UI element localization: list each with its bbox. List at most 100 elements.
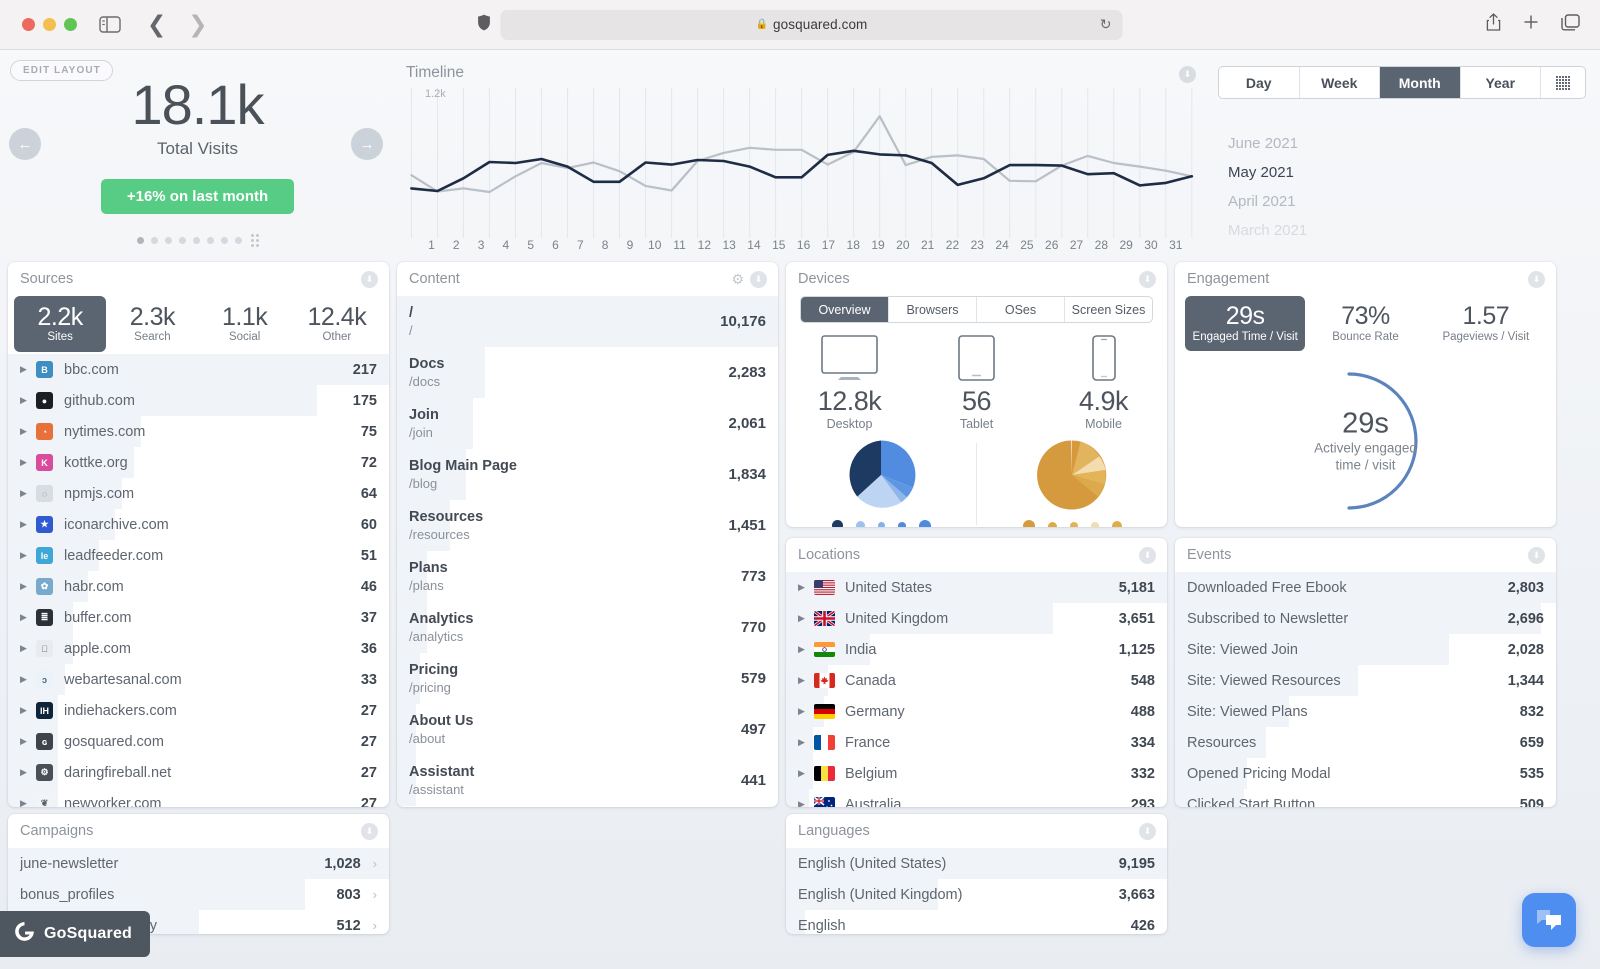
expand-caret-icon[interactable]: ▶: [798, 582, 814, 593]
devices-tabs[interactable]: Overview Browsers OSes Screen Sizes: [800, 296, 1153, 323]
table-row[interactable]: Assistant/assistant441: [397, 755, 778, 806]
table-row[interactable]: ▶Kkottke.org72: [8, 447, 389, 478]
table-row[interactable]: ▶Canada548: [786, 665, 1167, 696]
expand-caret-icon[interactable]: ▶: [798, 644, 814, 655]
expand-caret-icon[interactable]: ▶: [20, 550, 36, 561]
tab-overview[interactable]: Overview: [801, 297, 889, 322]
download-icon[interactable]: ⬇: [1139, 823, 1156, 840]
period-segmented-control[interactable]: Day Week Month Year: [1218, 66, 1586, 99]
table-row[interactable]: Blog Main Page/blog1,834: [397, 449, 778, 500]
tab-browsers[interactable]: Browsers: [889, 297, 977, 322]
share-icon[interactable]: [1486, 13, 1501, 36]
engagement-metric-tabs[interactable]: 29s Engaged Time / Visit 73% Bounce Rate…: [1175, 296, 1556, 351]
download-icon[interactable]: ⬇: [1528, 547, 1545, 564]
table-row[interactable]: ▶Germany488: [786, 696, 1167, 727]
sources-tab-search[interactable]: 2.3kSearch: [106, 296, 198, 352]
table-row[interactable]: Clicked Start Button509: [1175, 789, 1556, 807]
period-option-day[interactable]: Day: [1219, 67, 1300, 98]
table-row[interactable]: bonus_profiles803›: [8, 879, 389, 910]
table-row[interactable]: ▶India1,125: [786, 634, 1167, 665]
table-row[interactable]: Join/join2,061: [397, 398, 778, 449]
month-option-june[interactable]: June 2021: [1228, 135, 1586, 152]
table-row[interactable]: Opened Pricing Modal535: [1175, 758, 1556, 789]
forward-arrow-icon[interactable]: ❯: [188, 13, 207, 36]
expand-caret-icon[interactable]: ▶: [20, 736, 36, 747]
chevron-right-icon[interactable]: ›: [373, 856, 377, 871]
expand-caret-icon[interactable]: ▶: [798, 737, 814, 748]
table-row[interactable]: june-newsletter1,028›: [8, 848, 389, 879]
kpi-next-button[interactable]: →: [351, 128, 383, 160]
back-arrow-icon[interactable]: ❮: [147, 13, 166, 36]
table-row[interactable]: Pricing/pricing579: [397, 653, 778, 704]
expand-caret-icon[interactable]: ▶: [20, 364, 36, 375]
table-row[interactable]: ▶✿habr.com46: [8, 571, 389, 602]
table-row[interactable]: ▶❦newyorker.com27: [8, 788, 389, 807]
kpi-drag-handle[interactable]: [251, 234, 259, 247]
expand-caret-icon[interactable]: ▶: [20, 612, 36, 623]
table-row[interactable]: ▶◔nytimes.com75: [8, 416, 389, 447]
gear-icon[interactable]: ⚙: [731, 271, 744, 288]
sources-tab-other[interactable]: 12.4kOther: [291, 296, 383, 352]
expand-caret-icon[interactable]: ▶: [20, 457, 36, 468]
sources-tab-sites[interactable]: 2.2kSites: [14, 296, 106, 352]
table-row[interactable]: English426: [786, 910, 1167, 934]
table-row[interactable]: ▶Belgium332: [786, 758, 1167, 789]
expand-caret-icon[interactable]: ▶: [798, 799, 814, 807]
kpi-pagination-dots[interactable]: [137, 234, 259, 247]
month-list[interactable]: June 2021 May 2021 April 2021 March 2021: [1218, 135, 1586, 239]
sources-metric-tabs[interactable]: 2.2kSites2.3kSearch1.1kSocial12.4kOther: [8, 296, 389, 354]
table-row[interactable]: ▶France334: [786, 727, 1167, 758]
window-traffic-lights[interactable]: [22, 18, 77, 31]
table-row[interactable]: ▶≣buffer.com37: [8, 602, 389, 633]
download-icon[interactable]: ⬇: [1139, 547, 1156, 564]
month-option-april[interactable]: April 2021: [1228, 193, 1586, 210]
expand-caret-icon[interactable]: ▶: [798, 768, 814, 779]
calendar-icon[interactable]: [1541, 67, 1585, 98]
period-option-year[interactable]: Year: [1461, 67, 1542, 98]
engagement-tab-pageviews[interactable]: 1.57 Pageviews / Visit: [1426, 296, 1546, 351]
table-row[interactable]: ▶United Kingdom3,651: [786, 603, 1167, 634]
period-option-month[interactable]: Month: [1380, 67, 1461, 98]
table-row[interactable]: ▶⚙daringfireball.net27: [8, 757, 389, 788]
table-row[interactable]: Analytics/analytics770: [397, 602, 778, 653]
table-row[interactable]: ▶Bbbc.com217: [8, 354, 389, 385]
table-row[interactable]: Site: Viewed Join2,028: [1175, 634, 1556, 665]
download-icon[interactable]: ⬇: [1139, 271, 1156, 288]
expand-caret-icon[interactable]: ▶: [798, 706, 814, 717]
table-row[interactable]: Site: Viewed Resources1,344: [1175, 665, 1556, 696]
table-row[interactable]: ▶★iconarchive.com60: [8, 509, 389, 540]
table-row[interactable]: ▶●github.com175: [8, 385, 389, 416]
table-row[interactable]: ▶ɢgosquared.com27: [8, 726, 389, 757]
expand-caret-icon[interactable]: ▶: [798, 675, 814, 686]
expand-caret-icon[interactable]: ▶: [20, 798, 36, 807]
expand-caret-icon[interactable]: ▶: [20, 395, 36, 406]
download-icon[interactable]: ⬇: [361, 271, 378, 288]
expand-caret-icon[interactable]: ▶: [20, 705, 36, 716]
table-row[interactable]: Plans/plans773: [397, 551, 778, 602]
table-row[interactable]: ▶ɔwebartesanal.com33: [8, 664, 389, 695]
table-row[interactable]: Site: Viewed Plans832: [1175, 696, 1556, 727]
sources-tab-social[interactable]: 1.1kSocial: [199, 296, 291, 352]
table-row[interactable]: Resources/resources1,451: [397, 500, 778, 551]
table-row[interactable]: Downloaded Free Ebook2,803: [1175, 572, 1556, 603]
table-row[interactable]: ▶leleadfeeder.com51: [8, 540, 389, 571]
expand-caret-icon[interactable]: ▶: [20, 674, 36, 685]
table-row[interactable]: Docs/docs2,283: [397, 347, 778, 398]
table-row[interactable]: English (United States)9,195: [786, 848, 1167, 879]
download-icon[interactable]: ⬇: [1528, 271, 1545, 288]
table-row[interactable]: About Us/about497: [397, 704, 778, 755]
expand-caret-icon[interactable]: ▶: [20, 488, 36, 499]
chevron-right-icon[interactable]: ›: [373, 918, 377, 933]
plus-icon[interactable]: [1523, 14, 1539, 35]
expand-caret-icon[interactable]: ▶: [798, 613, 814, 624]
download-icon[interactable]: ⬇: [1179, 66, 1196, 83]
table-row[interactable]: Subscribed to Newsletter2,696: [1175, 603, 1556, 634]
chat-bubble-icon[interactable]: [1522, 893, 1576, 947]
maximize-window-button[interactable]: [64, 18, 77, 31]
chevron-right-icon[interactable]: ›: [373, 887, 377, 902]
table-row[interactable]: ▶apple.com36: [8, 633, 389, 664]
expand-caret-icon[interactable]: ▶: [20, 643, 36, 654]
address-bar[interactable]: 🔒 gosquared.com ↻: [501, 10, 1123, 40]
reload-icon[interactable]: ↻: [1100, 16, 1112, 33]
engagement-tab-engaged-time[interactable]: 29s Engaged Time / Visit: [1185, 296, 1305, 351]
